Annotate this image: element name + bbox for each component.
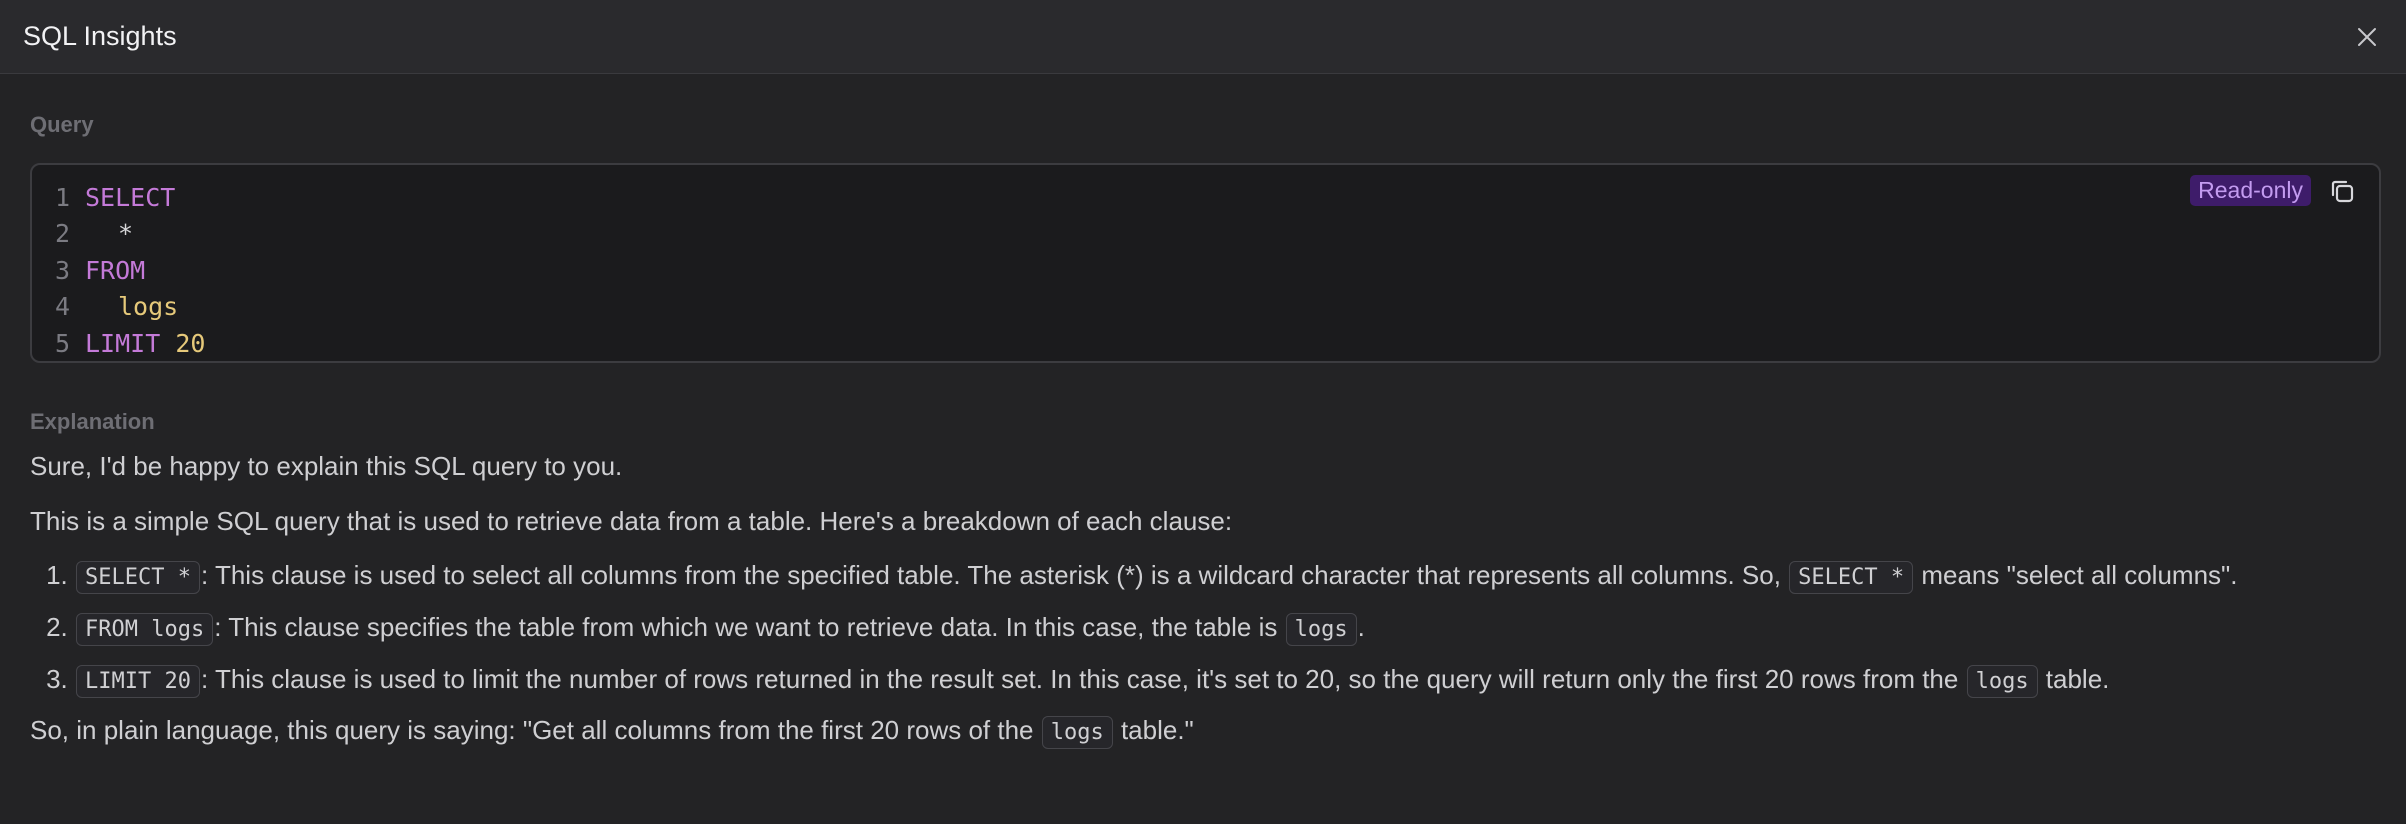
item-text: : This clause is used to select all colu…: [200, 560, 1789, 590]
clause-list: SELECT *: This clause is used to select …: [30, 555, 2381, 702]
code-toolbar: Read-only: [2190, 175, 2357, 206]
close-button[interactable]: [2350, 20, 2384, 54]
item-text: means "select all columns".: [1914, 560, 2238, 590]
item-text: table.: [2038, 664, 2110, 694]
code-line: 3 FROM: [32, 252, 2379, 289]
sql-insights-dialog: SQL Insights Query Read-only 1 SELECT 2 …: [0, 0, 2406, 824]
list-item: FROM logs: This clause specifies the tab…: [75, 607, 2381, 650]
close-icon[interactable]: [2356, 26, 2378, 48]
inline-code: logs: [1285, 613, 1357, 646]
conclusion-text: table.": [1113, 715, 1194, 745]
inline-code: logs: [1966, 665, 2038, 698]
query-section-label: Query: [30, 112, 94, 137]
code-line: 5 LIMIT 20: [32, 325, 2379, 362]
list-item: SELECT *: This clause is used to select …: [75, 555, 2381, 598]
line-number: 3: [54, 255, 70, 285]
dialog-title: SQL Insights: [23, 21, 177, 51]
copy-button[interactable]: [2327, 176, 2357, 206]
line-number: 4: [54, 292, 70, 322]
dialog-header: SQL Insights: [0, 0, 2406, 74]
asterisk-token: *: [118, 219, 134, 249]
explanation-conclusion: So, in plain language, this query is say…: [30, 711, 2381, 750]
list-item: LIMIT 20: This clause is used to limit t…: [75, 659, 2381, 702]
inline-code: SELECT *: [1789, 561, 1914, 594]
limit-number: 20: [175, 328, 206, 358]
read-only-badge: Read-only: [2190, 175, 2311, 206]
query-code-editor[interactable]: Read-only 1 SELECT 2 * 3 FROM 4 logs 5 L…: [30, 163, 2381, 363]
line-number: 5: [54, 328, 70, 358]
explanation-summary: This is a simple SQL query that is used …: [30, 506, 1233, 536]
conclusion-text: So, in plain language, this query is say…: [30, 715, 1041, 745]
code-line: 2 *: [32, 216, 2379, 253]
table-identifier: logs: [118, 292, 179, 322]
line-number: 2: [54, 219, 70, 249]
copy-icon[interactable]: [2328, 177, 2356, 205]
inline-code: LIMIT 20: [76, 665, 200, 698]
dialog-body: Query Read-only 1 SELECT 2 * 3 FROM 4 lo…: [0, 112, 2406, 750]
item-text: .: [1357, 612, 1365, 642]
inline-code: SELECT *: [76, 561, 200, 594]
explanation-intro: Sure, I'd be happy to explain this SQL q…: [30, 451, 623, 481]
explanation-section-label: Explanation: [30, 409, 155, 434]
keyword-limit: LIMIT: [85, 328, 161, 358]
keyword-select: SELECT: [85, 182, 176, 212]
code-line: 1 SELECT: [32, 179, 2379, 216]
keyword-from: FROM: [85, 255, 146, 285]
item-text: : This clause specifies the table from w…: [214, 612, 1285, 642]
inline-code: FROM logs: [76, 613, 214, 646]
line-number: 1: [54, 182, 70, 212]
inline-code: logs: [1041, 716, 1113, 749]
item-text: : This clause is used to limit the numbe…: [200, 664, 1966, 694]
code-line: 4 logs: [32, 289, 2379, 326]
